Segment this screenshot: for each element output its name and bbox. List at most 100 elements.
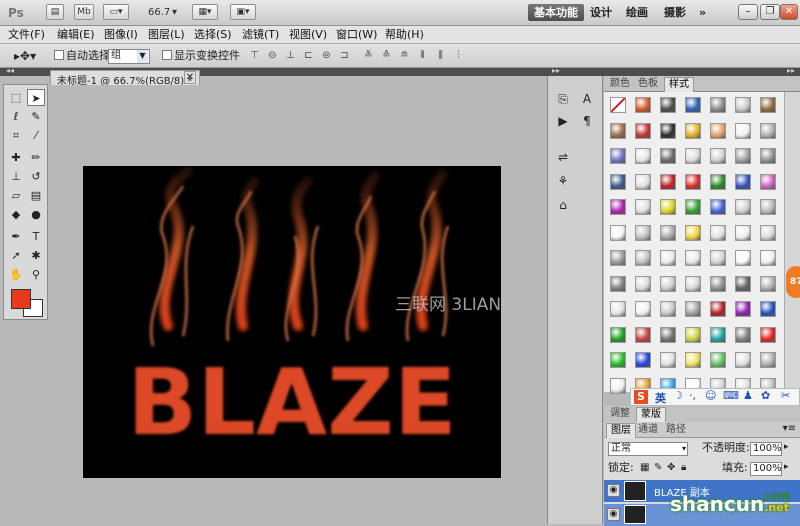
document-tab[interactable]: 未标题-1 @ 66.7%(RGB/8) * ✕ <box>50 70 200 87</box>
distribute-left-icon[interactable]: ⫴ <box>416 49 429 62</box>
healing-brush-icon[interactable]: ✚ <box>7 149 25 166</box>
style-swatch[interactable] <box>610 224 626 241</box>
style-swatch[interactable] <box>760 122 776 139</box>
tab-color[interactable]: 颜色 <box>606 77 634 91</box>
auto-select-dropdown[interactable]: 组 ▼ <box>108 49 150 64</box>
distribute-bottom-icon[interactable]: ≘ <box>398 49 411 62</box>
style-swatch[interactable] <box>685 224 701 241</box>
ime-toolbar[interactable]: S 英 ☽ ·, ☺ ⌨ ♟ ✿ ✂ <box>630 388 800 406</box>
style-swatch[interactable] <box>660 97 676 113</box>
style-swatch[interactable] <box>760 97 776 113</box>
close-document-icon[interactable]: ✕ <box>184 71 196 84</box>
paragraph-panel-icon[interactable]: ¶ <box>578 112 596 130</box>
style-swatch[interactable] <box>660 275 676 292</box>
style-swatch[interactable] <box>635 275 651 292</box>
style-swatch[interactable] <box>635 250 651 266</box>
bridge-icon[interactable]: ▤ <box>46 4 64 20</box>
tab-swatches[interactable]: 色板 <box>634 77 662 91</box>
workspace-photography[interactable]: 摄影 <box>658 4 692 21</box>
collapse-right-icon[interactable]: ▸▸ <box>787 66 795 75</box>
style-swatch[interactable] <box>685 275 701 292</box>
style-swatch[interactable] <box>660 199 676 215</box>
workspace-design[interactable]: 设计 <box>584 4 618 21</box>
menu-image[interactable]: 图像(I) <box>104 27 138 43</box>
actions-panel-icon[interactable]: ▶ <box>554 112 572 130</box>
distribute-vcenter-icon[interactable]: ≙ <box>380 49 393 62</box>
mini-bridge-button[interactable]: Mb <box>74 4 94 20</box>
punctuation-icon[interactable]: ·, <box>689 389 696 402</box>
menu-view[interactable]: 视图(V) <box>289 27 327 43</box>
move-tool-icon[interactable]: ➤ <box>27 89 45 106</box>
clone-source-icon[interactable]: ⇌ <box>554 148 572 166</box>
align-vcenter-icon[interactable]: ⊝ <box>266 49 279 62</box>
distribute-right-icon[interactable]: ⫶ <box>452 49 465 62</box>
arrange-documents-icon[interactable]: ▦▾ <box>192 4 218 20</box>
style-swatch[interactable] <box>710 199 726 215</box>
style-swatch[interactable] <box>735 250 751 266</box>
style-swatch[interactable] <box>660 250 676 266</box>
style-swatch[interactable] <box>735 148 751 164</box>
style-swatch[interactable] <box>710 250 726 266</box>
style-swatch[interactable] <box>610 250 626 266</box>
type-tool-icon[interactable]: T <box>27 228 45 245</box>
marquee-tool-icon[interactable]: ⬚ <box>7 89 25 106</box>
style-swatch[interactable] <box>735 97 751 113</box>
tab-adjustments[interactable]: 调整 <box>606 407 634 421</box>
eyedropper-tool-icon[interactable]: ⁄ <box>27 127 45 144</box>
style-swatch[interactable] <box>635 173 651 190</box>
style-swatch[interactable] <box>635 352 651 368</box>
artwork-canvas[interactable]: BLAZE <box>83 166 501 478</box>
styles-scrollbar[interactable] <box>784 92 800 392</box>
zoom-tool-icon[interactable]: ⚲ <box>27 266 45 283</box>
menu-select[interactable]: 选择(S) <box>194 27 232 43</box>
quick-selection-tool-icon[interactable]: ✎ <box>27 108 45 125</box>
gradient-tool-icon[interactable]: ▤ <box>27 187 45 204</box>
style-swatch[interactable] <box>735 173 751 190</box>
show-transform-checkbox[interactable] <box>162 50 172 60</box>
style-swatch[interactable] <box>735 224 751 241</box>
style-swatch[interactable] <box>760 275 776 292</box>
move-tool-preset-icon[interactable]: ▸✥▾ <box>14 49 36 63</box>
user-icon[interactable]: ♟ <box>743 389 753 402</box>
style-swatch[interactable] <box>610 97 626 113</box>
lock-all-icon[interactable]: 🔒︎ <box>681 462 686 473</box>
style-swatch[interactable] <box>610 148 626 164</box>
foreground-color-swatch[interactable] <box>11 289 31 309</box>
style-swatch[interactable] <box>735 275 751 292</box>
align-right-icon[interactable]: ⊐ <box>338 49 351 62</box>
style-swatch[interactable] <box>710 122 726 139</box>
tab-paths[interactable]: 路径 <box>662 423 690 437</box>
menu-window[interactable]: 窗口(W) <box>336 27 377 43</box>
style-swatch[interactable] <box>710 97 726 113</box>
style-swatch[interactable] <box>760 173 776 190</box>
lasso-tool-icon[interactable]: ℓ <box>7 108 25 125</box>
style-swatch[interactable] <box>660 352 676 368</box>
brush-tool-icon[interactable]: ✏ <box>27 149 45 166</box>
character-panel-icon[interactable]: A <box>578 90 596 108</box>
pen-tool-icon[interactable]: ✒ <box>7 228 25 245</box>
style-swatch[interactable] <box>760 224 776 241</box>
style-swatch[interactable] <box>610 301 626 317</box>
align-top-icon[interactable]: ⊤ <box>248 49 261 62</box>
lock-position-icon[interactable]: ✥ <box>667 462 675 473</box>
style-swatch[interactable] <box>735 301 751 317</box>
fill-slider-icon[interactable]: ▸ <box>784 462 789 472</box>
more-workspaces[interactable]: » <box>693 4 712 21</box>
view-extras-icon[interactable]: ▭▾ <box>103 4 129 20</box>
style-swatch[interactable] <box>660 148 676 164</box>
lock-transparent-icon[interactable]: ▦ <box>640 462 649 473</box>
screen-mode-icon[interactable]: ▣▾ <box>230 4 256 20</box>
workspace-painting[interactable]: 绘画 <box>620 4 654 21</box>
path-selection-icon[interactable]: ➚ <box>7 247 25 264</box>
style-swatch[interactable] <box>685 301 701 317</box>
blend-mode-select[interactable]: 正常 ▾ <box>608 442 688 456</box>
tab-masks[interactable]: 蒙版 <box>636 407 666 422</box>
history-panel-icon[interactable]: ⎘ <box>554 90 572 108</box>
style-swatch[interactable] <box>635 97 651 113</box>
menu-file[interactable]: 文件(F) <box>8 27 45 43</box>
style-swatch[interactable] <box>660 301 676 317</box>
fill-input[interactable]: 100% <box>750 462 782 476</box>
style-swatch[interactable] <box>760 250 776 266</box>
style-swatch[interactable] <box>710 148 726 164</box>
restore-icon[interactable]: ❐ <box>760 4 780 20</box>
